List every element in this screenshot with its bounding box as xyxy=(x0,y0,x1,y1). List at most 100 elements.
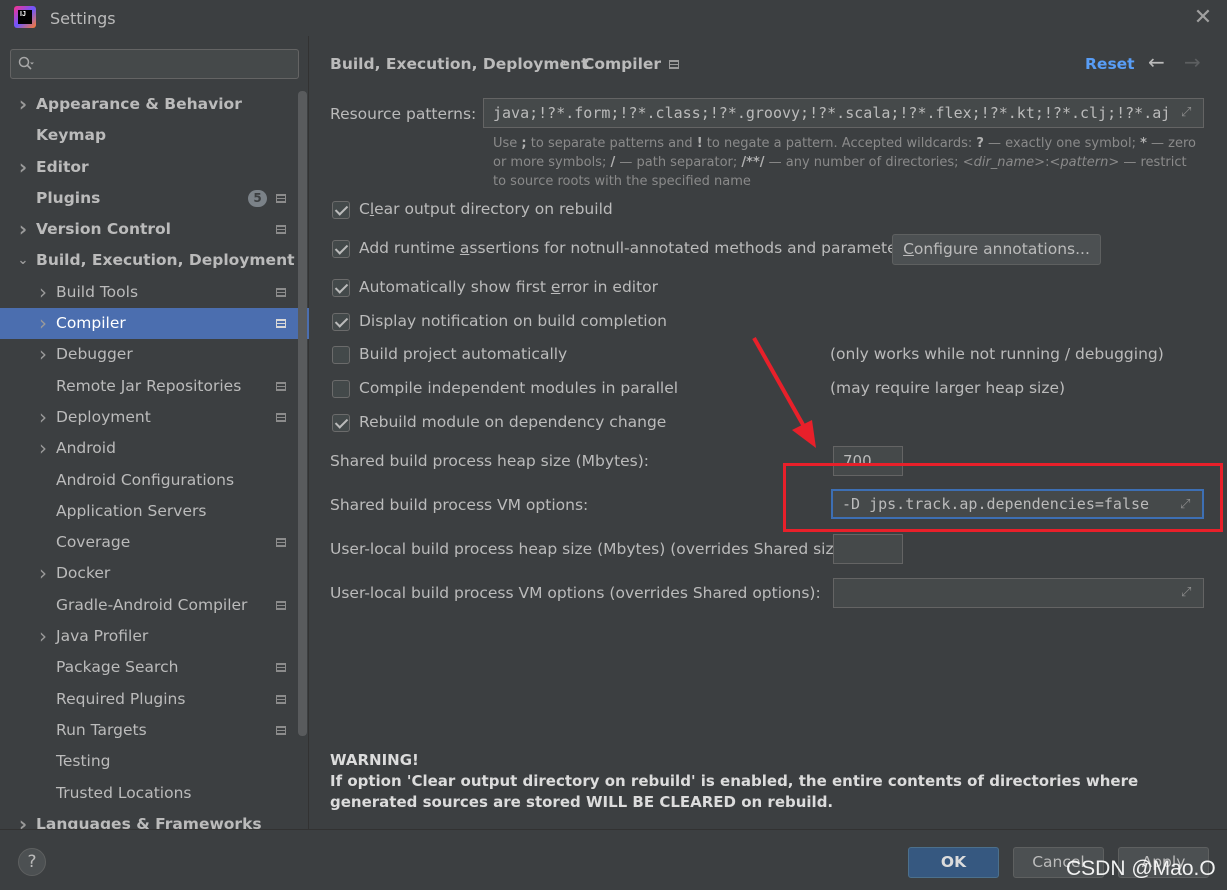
configure-annotations-button[interactable]: Configure annotations... xyxy=(892,234,1101,265)
sidebar-item[interactable]: Plugins 5 xyxy=(0,183,309,214)
sidebar-item-label: Debugger xyxy=(56,345,133,364)
close-icon[interactable]: ✕ xyxy=(1193,7,1213,29)
chevron-right-icon[interactable]: › xyxy=(36,402,50,433)
project-level-icon xyxy=(276,600,286,610)
breadcrumb-separator: › xyxy=(560,53,567,73)
option-note: (may require larger heap size) xyxy=(830,379,1066,397)
sidebar-item[interactable]: › Docker xyxy=(0,558,309,589)
sidebar-item[interactable]: › Build Tools xyxy=(0,277,309,308)
heap-size-field[interactable]: 700 xyxy=(833,446,903,476)
option-label[interactable]: Compile independent modules in parallel xyxy=(359,379,678,397)
sidebar-item[interactable]: Run Targets xyxy=(0,715,309,746)
sidebar-item-label: Android xyxy=(56,439,116,458)
local-vm-options-field[interactable]: ⤢ xyxy=(833,578,1204,608)
resource-patterns-field[interactable]: java;!?*.form;!?*.class;!?*.groovy;!?*.s… xyxy=(483,98,1204,128)
sidebar-item-label: Android Configurations xyxy=(56,470,235,489)
sidebar-item[interactable]: › Java Profiler xyxy=(0,621,309,652)
search-input[interactable] xyxy=(10,49,299,79)
chevron-down-icon[interactable]: ⌄ xyxy=(16,245,30,276)
sidebar-item-label: Appearance & Behavior xyxy=(36,95,242,113)
sidebar-item[interactable]: › Appearance & Behavior xyxy=(0,89,309,120)
window-title: Settings xyxy=(50,9,116,28)
option-checkbox[interactable] xyxy=(332,240,350,258)
option-checkbox[interactable] xyxy=(332,414,350,432)
sidebar-item[interactable]: Remote Jar Repositories xyxy=(0,371,309,402)
sidebar-item[interactable]: Required Plugins xyxy=(0,684,309,715)
option-checkbox[interactable] xyxy=(332,201,350,219)
option-label[interactable]: Automatically show first error in editor xyxy=(359,278,658,296)
watermark: CSDN @Mao.O xyxy=(1066,857,1216,880)
ok-button[interactable]: OK xyxy=(908,847,999,878)
sidebar-item-label: Compiler xyxy=(56,314,126,333)
help-icon[interactable]: ? xyxy=(18,848,46,876)
option-checkbox[interactable] xyxy=(332,346,350,364)
sidebar-item-label: Trusted Locations xyxy=(56,783,192,802)
chevron-right-icon[interactable]: › xyxy=(36,308,50,339)
update-count-badge: 5 xyxy=(248,189,267,207)
chevron-right-icon[interactable]: › xyxy=(16,214,30,245)
breadcrumb-current: Compiler xyxy=(583,55,662,73)
project-level-icon xyxy=(276,319,286,329)
sidebar-item[interactable]: Android Configurations xyxy=(0,465,309,496)
option-label[interactable]: Build project automatically xyxy=(359,345,567,363)
project-level-icon xyxy=(276,412,286,422)
sidebar-item[interactable]: Trusted Locations xyxy=(0,778,309,809)
app-logo-text: IJ xyxy=(18,10,32,24)
sidebar-item[interactable]: Application Servers xyxy=(0,496,309,527)
option-label[interactable]: Add runtime assertions for notnull-annot… xyxy=(359,239,911,257)
sidebar-item[interactable]: › Compiler xyxy=(0,308,309,340)
search-icon xyxy=(18,56,34,70)
sidebar-item[interactable]: ⌄ Build, Execution, Deployment xyxy=(0,245,309,276)
sidebar-item[interactable]: Keymap xyxy=(0,120,309,151)
project-level-icon xyxy=(276,193,286,203)
sidebar-item[interactable]: Coverage xyxy=(0,527,309,558)
expand-icon[interactable]: ⤢ xyxy=(1180,498,1194,512)
sidebar-item-label: Package Search xyxy=(56,658,179,677)
option-checkbox[interactable] xyxy=(332,313,350,331)
chevron-right-icon[interactable]: › xyxy=(36,433,50,464)
sidebar-item[interactable]: Package Search xyxy=(0,652,309,683)
chevron-right-icon[interactable]: › xyxy=(16,152,30,183)
forward-arrow-icon[interactable]: → xyxy=(1184,50,1201,74)
sidebar-item[interactable]: Testing xyxy=(0,746,309,777)
chevron-right-icon[interactable]: › xyxy=(36,339,50,370)
reset-link[interactable]: Reset xyxy=(1085,55,1135,73)
vm-options-label: Shared build process VM options: xyxy=(330,496,589,514)
sidebar-item-label: Editor xyxy=(36,157,89,176)
option-checkbox[interactable] xyxy=(332,279,350,297)
sidebar-item[interactable]: Gradle-Android Compiler xyxy=(0,590,309,621)
sidebar-item[interactable]: › Android xyxy=(0,433,309,464)
expand-icon[interactable]: ⤢ xyxy=(1181,106,1195,120)
settings-sidebar: › Appearance & Behavior Keymap › Editor Plugi… xyxy=(0,36,309,836)
sidebar-item-label: Build Tools xyxy=(56,282,139,301)
option-label[interactable]: Rebuild module on dependency change xyxy=(359,413,666,431)
local-heap-size-label: User-local build process heap size (Mbyt… xyxy=(330,540,855,558)
chevron-right-icon[interactable]: › xyxy=(36,558,50,589)
option-label[interactable]: Display notification on build completion xyxy=(359,312,667,330)
settings-tree: › Appearance & Behavior Keymap › Editor Plugi… xyxy=(0,89,309,840)
vm-options-field[interactable]: -D jps.track.ap.dependencies=false ⤢ xyxy=(831,489,1204,519)
sidebar-scrollbar[interactable] xyxy=(298,91,307,736)
resource-patterns-value: java;!?*.form;!?*.class;!?*.groovy;!?*.s… xyxy=(493,104,1171,122)
sidebar-item[interactable]: › Editor xyxy=(0,152,309,183)
resource-patterns-hint: Use ; to separate patterns and ! to nega… xyxy=(493,136,1197,189)
back-arrow-icon[interactable]: ← xyxy=(1148,50,1165,74)
chevron-right-icon[interactable]: › xyxy=(36,277,50,308)
option-label[interactable]: Clear output directory on rebuild xyxy=(359,200,613,218)
sidebar-item[interactable]: › Version Control xyxy=(0,214,309,245)
sidebar-item[interactable]: › Debugger xyxy=(0,339,309,370)
local-heap-size-field[interactable] xyxy=(833,534,903,564)
sidebar-item-label: Version Control xyxy=(36,220,171,239)
sidebar-item-label: Deployment xyxy=(56,407,151,426)
project-level-icon xyxy=(276,663,286,673)
rebuild-warning: WARNING! If option 'Clear output directo… xyxy=(330,750,1200,813)
chevron-right-icon[interactable]: › xyxy=(36,621,50,652)
chevron-right-icon[interactable]: › xyxy=(16,89,30,120)
resource-patterns-label: Resource patterns: xyxy=(330,105,477,123)
option-note: (only works while not running / debuggin… xyxy=(830,345,1164,363)
option-checkbox[interactable] xyxy=(332,380,350,398)
expand-icon[interactable]: ⤢ xyxy=(1181,586,1195,600)
sidebar-item-label: Keymap xyxy=(36,126,107,145)
sidebar-item-label: Docker xyxy=(56,564,111,583)
sidebar-item[interactable]: › Deployment xyxy=(0,402,309,433)
